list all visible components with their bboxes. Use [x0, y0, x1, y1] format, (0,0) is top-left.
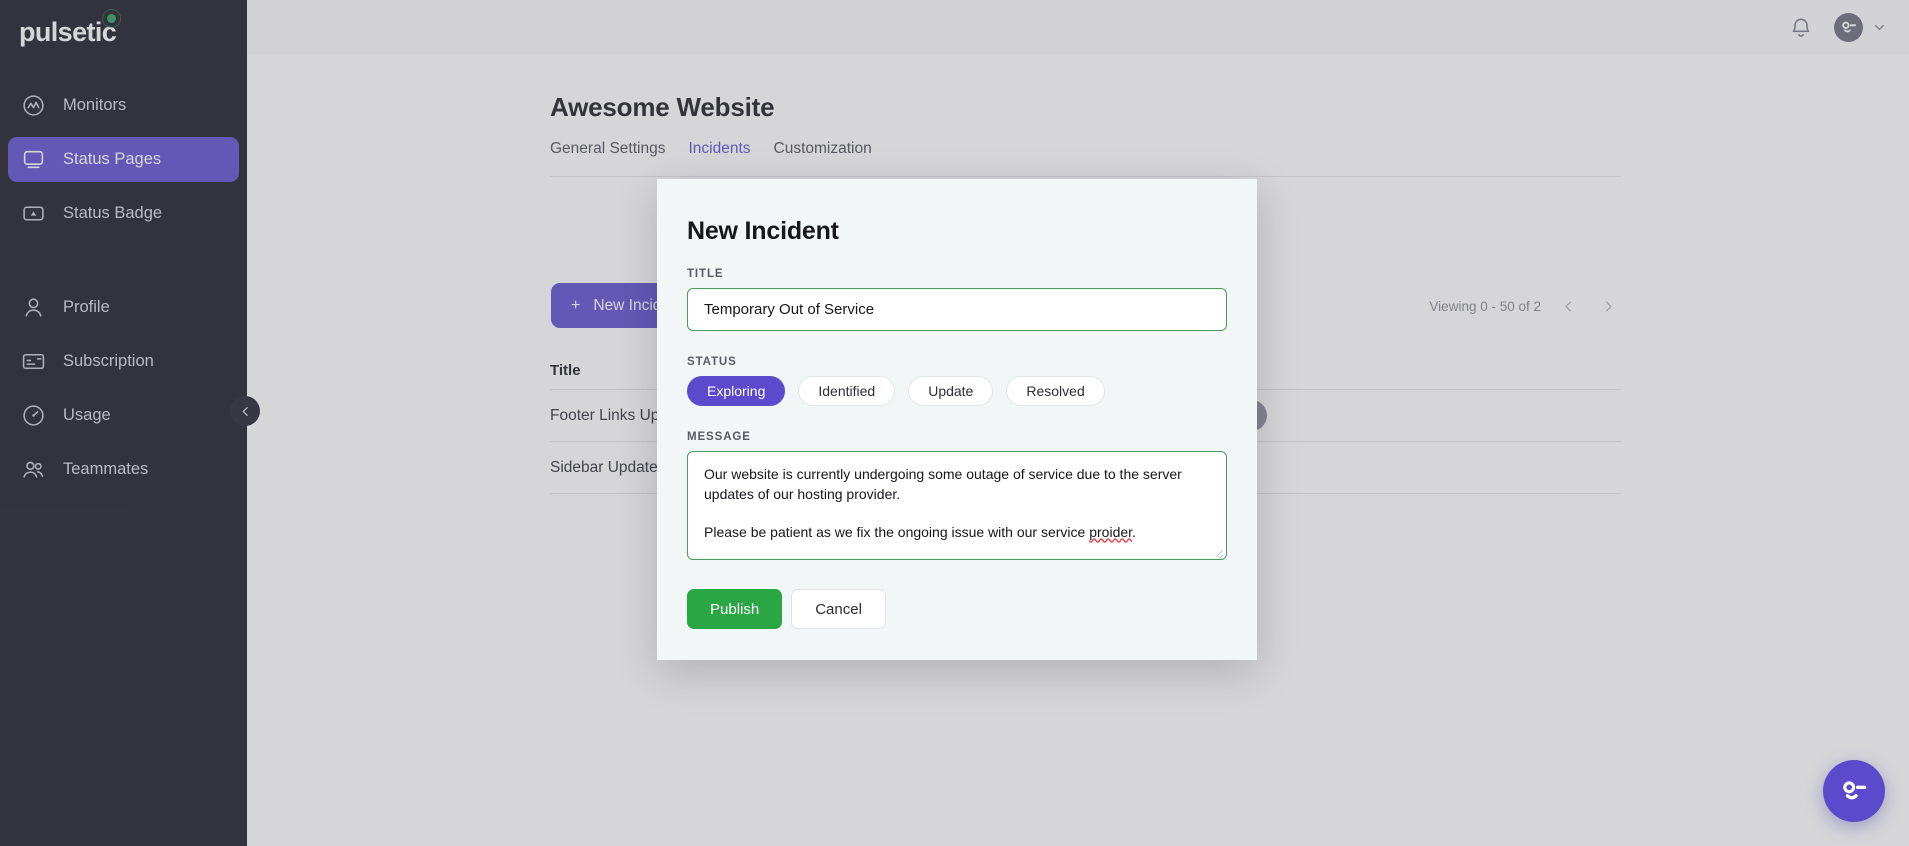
status-option-identified[interactable]: Identified [798, 376, 896, 406]
message-paragraph-1: Our website is currently undergoing some… [704, 466, 1182, 502]
chat-widget-button[interactable] [1823, 760, 1885, 822]
modal-actions: Publish Cancel [687, 589, 1227, 629]
app-root: pulsetic Monitors Status Pages Status Ba… [0, 0, 1909, 846]
message-paragraph-2: Please be patient as we fix the ongoing … [704, 523, 1210, 543]
message-field-label: MESSAGE [687, 431, 751, 443]
status-option-exploring[interactable]: Exploring [687, 376, 786, 406]
status-field: STATUS Exploring Identified Update Resol… [687, 356, 1227, 406]
chat-face-icon [1843, 781, 1867, 800]
misspelled-word: proider [1089, 523, 1133, 540]
status-field-label: STATUS [687, 356, 737, 368]
new-incident-modal: New Incident TITLE STATUS Exploring Iden… [657, 179, 1257, 660]
message-field: MESSAGE Our website is currently undergo… [687, 431, 1227, 560]
status-option-group: Exploring Identified Update Resolved [687, 376, 1227, 406]
incident-title-input[interactable] [687, 288, 1227, 331]
status-option-resolved[interactable]: Resolved [1006, 376, 1105, 406]
title-field-label: TITLE [687, 268, 724, 280]
message-text-after: . [1132, 523, 1136, 540]
publish-button[interactable]: Publish [687, 589, 783, 629]
message-text-before: Please be patient as we fix the ongoing … [704, 523, 1090, 540]
modal-title: New Incident [687, 217, 839, 245]
textarea-resize-handle[interactable] [1213, 546, 1224, 557]
cancel-button[interactable]: Cancel [791, 589, 886, 629]
status-option-update[interactable]: Update [908, 376, 994, 406]
incident-message-textarea[interactable]: Our website is currently undergoing some… [687, 451, 1227, 560]
